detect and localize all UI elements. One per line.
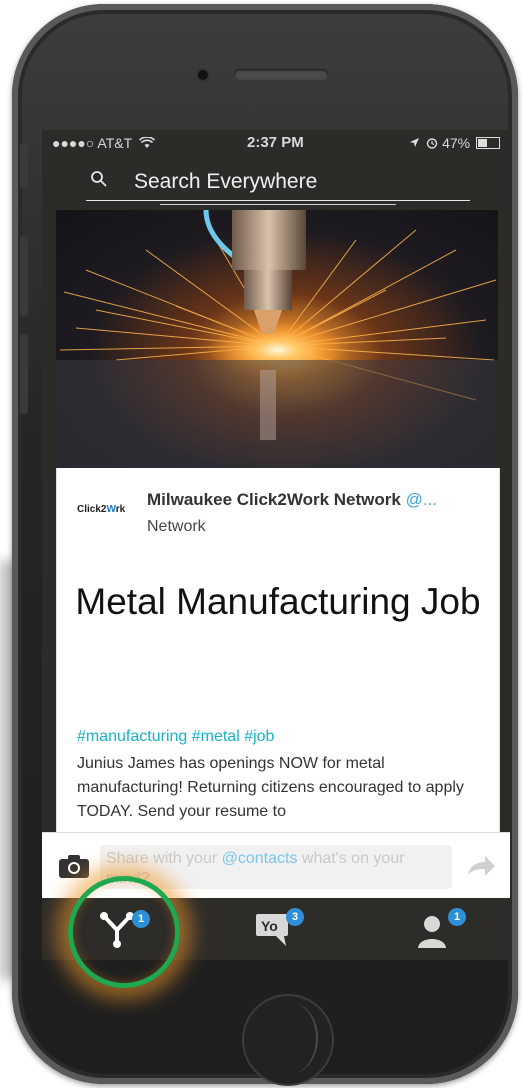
battery-percent: 47% [442, 135, 471, 151]
post-tags[interactable]: #manufacturing #metal #job [77, 728, 274, 746]
post-body: Junius James has openings NOW for metal … [77, 755, 464, 820]
search-underline [160, 204, 396, 205]
mute-switch [20, 144, 28, 188]
home-button[interactable] [242, 994, 334, 1086]
earpiece-speaker [234, 69, 328, 80]
alarm-clock-icon [426, 138, 438, 149]
messages-badge: 3 [286, 908, 304, 926]
search-icon [91, 171, 107, 187]
camera-icon[interactable] [58, 853, 90, 879]
volume-up-button [20, 236, 28, 316]
wifi-icon [138, 136, 155, 148]
tab-messages[interactable]: Yo 3 [234, 898, 318, 960]
org-logo[interactable]: Click2Wrk [77, 504, 129, 515]
share-arrow-icon[interactable] [466, 855, 496, 877]
location-arrow-icon [410, 138, 420, 147]
feed[interactable]: Click2Wrk Milwaukee Click2Work Network @… [56, 210, 500, 833]
post-title: Metal Manufacturing Job [75, 581, 481, 622]
tab-profile[interactable]: 1 [402, 898, 482, 960]
search-bar[interactable]: Search Everywhere [86, 160, 470, 201]
org-type: Network [147, 518, 206, 535]
status-bar: ●●●●○ AT&T 2:37 PM 47% [42, 130, 510, 156]
front-camera [198, 70, 208, 80]
share-input[interactable]: Share with your @contacts what's on your… [100, 845, 452, 889]
app-screen: ●●●●○ AT&T 2:37 PM 47% Search Everywhere… [42, 130, 510, 960]
clock: 2:37 PM [247, 134, 304, 151]
post-card[interactable]: Click2Wrk Milwaukee Click2Work Network @… [56, 468, 500, 833]
org-handle[interactable]: @... [401, 490, 437, 509]
post-image[interactable] [56, 210, 498, 468]
carrier-label: ●●●●○ AT&T [52, 135, 132, 151]
profile-badge: 1 [448, 908, 466, 926]
search-input[interactable]: Search Everywhere [134, 170, 317, 194]
battery-icon [476, 137, 500, 149]
org-name[interactable]: Milwaukee Click2Work Network @... [147, 490, 437, 510]
yo-label: Yo [261, 918, 278, 934]
laser-cutting-photo [56, 210, 498, 468]
volume-down-button [20, 334, 28, 414]
highlight-ring [68, 876, 180, 988]
